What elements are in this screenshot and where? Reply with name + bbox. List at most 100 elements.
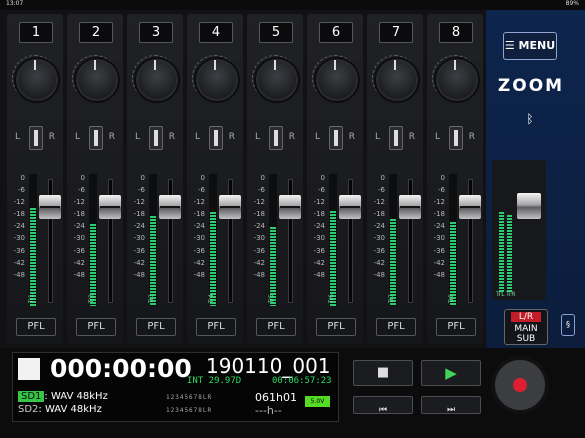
pan-slider[interactable] — [329, 126, 343, 150]
fader-knob[interactable] — [99, 195, 121, 219]
channel-number[interactable]: 3 — [139, 22, 173, 43]
channel-strip-7: 7 L R 0 -6 -12 -18 -24 -30 -36 -42 -48 Tr7 PFL — [367, 14, 423, 344]
scale-tick: -48 — [253, 270, 265, 279]
track-label: Tr7 — [388, 293, 395, 303]
master-left-meter — [499, 211, 504, 293]
scale-tick: -36 — [13, 246, 25, 255]
scale-tick: -30 — [313, 234, 325, 243]
scale-tick: -42 — [193, 258, 205, 267]
pfl-button[interactable]: PFL — [16, 318, 56, 336]
menu-button[interactable]: ☰ MENU — [503, 32, 557, 60]
clock: 13:07 — [6, 0, 24, 7]
sd1-tag: SD1 — [18, 391, 45, 402]
play-icon: ▶ — [445, 364, 457, 382]
scale-tick: -6 — [378, 186, 385, 195]
scale-tick: -48 — [313, 270, 325, 279]
level-meter: Tr3 — [148, 174, 157, 306]
gain-knob[interactable] — [194, 57, 240, 103]
status-bar: 13:07 89% — [0, 0, 585, 8]
meter-scale: 0 -6 -12 -18 -24 -30 -36 -42 -48 — [67, 172, 85, 281]
scale-tick: -30 — [373, 234, 385, 243]
pan-slider[interactable] — [209, 126, 223, 150]
gain-knob[interactable] — [134, 57, 180, 103]
scale-tick: -18 — [433, 210, 445, 219]
channel-strip-5: 5 L R 0 -6 -12 -18 -24 -30 -36 -42 -48 Tr5 PFL — [247, 14, 303, 344]
channel-number[interactable]: 7 — [379, 22, 413, 43]
fader-knob[interactable] — [459, 195, 481, 219]
meter-scale: 0 -6 -12 -18 -24 -30 -36 -42 -48 — [247, 172, 265, 281]
channel-number[interactable]: 2 — [79, 22, 113, 43]
scale-tick: -36 — [73, 246, 85, 255]
frame-rate: INT 29.97D — [187, 376, 242, 386]
fader-knob[interactable] — [159, 195, 181, 219]
pfl-button[interactable]: PFL — [316, 318, 356, 336]
scale-tick: -6 — [438, 186, 445, 195]
bluetooth-icon: ᛒ — [526, 112, 534, 126]
pfl-button[interactable]: PFL — [136, 318, 176, 336]
gain-knob[interactable] — [434, 57, 480, 103]
scale-tick: -18 — [313, 210, 325, 219]
pan-slider[interactable] — [389, 126, 403, 150]
track-label: Tr2 — [88, 293, 95, 303]
scale-tick: -48 — [193, 270, 205, 279]
scale-tick: -48 — [433, 270, 445, 279]
pan-slider[interactable] — [149, 126, 163, 150]
main-sub-toggle-button[interactable]: L/R MAIN SUB — [504, 309, 548, 345]
pfl-button[interactable]: PFL — [76, 318, 116, 336]
scale-tick: -24 — [193, 222, 205, 231]
gain-knob[interactable] — [314, 57, 360, 103]
scale-tick: -24 — [313, 222, 325, 231]
gain-knob[interactable] — [374, 57, 420, 103]
meter-scale: 0 -6 -12 -18 -24 -30 -36 -42 -48 — [307, 172, 325, 281]
scale-tick: -6 — [198, 186, 205, 195]
fast-forward-button[interactable]: ⏭ — [421, 396, 481, 415]
scale-tick: -18 — [73, 210, 85, 219]
pfl-button[interactable]: PFL — [196, 318, 236, 336]
gain-knob[interactable] — [74, 57, 120, 103]
scale-tick: -30 — [433, 234, 445, 243]
sd1-row: SD1: WAV 48kHz — [18, 391, 108, 402]
channel-number[interactable]: 6 — [319, 22, 353, 43]
fader-knob[interactable] — [39, 195, 61, 219]
fader-knob[interactable] — [399, 195, 421, 219]
pan-slider[interactable] — [89, 126, 103, 150]
record-button[interactable] — [491, 356, 549, 414]
master-fader-knob[interactable] — [517, 193, 541, 219]
sd1-format: : WAV 48kHz — [44, 391, 108, 402]
scale-tick: -36 — [253, 246, 265, 255]
gain-knob[interactable] — [14, 57, 60, 103]
pan-slider[interactable] — [29, 126, 43, 150]
master-left-label: TrL — [496, 291, 505, 298]
channel-number[interactable]: 4 — [199, 22, 233, 43]
fader-knob[interactable] — [339, 195, 361, 219]
play-button[interactable]: ▶ — [421, 360, 481, 386]
stop-button[interactable]: ■ — [353, 360, 413, 386]
fader-knob[interactable] — [279, 195, 301, 219]
pfl-button[interactable]: PFL — [256, 318, 296, 336]
channel-strip-1: 1 L R 0 -6 -12 -18 -24 -30 -36 -42 -48 Tr1 PFL — [7, 14, 63, 344]
pan-slider[interactable] — [269, 126, 283, 150]
pan-right-label: R — [108, 132, 115, 142]
gain-knob[interactable] — [254, 57, 300, 103]
track-label: Tr5 — [268, 293, 275, 303]
pan-slider[interactable] — [449, 126, 463, 150]
rewind-button[interactable]: ⏮ — [353, 396, 413, 415]
scale-tick: -6 — [78, 186, 85, 195]
pfl-button[interactable]: PFL — [376, 318, 416, 336]
drawer-handle[interactable]: § — [561, 314, 575, 336]
scale-tick: -42 — [373, 258, 385, 267]
battery-indicator: 89% — [565, 0, 579, 7]
pan-right-label: R — [288, 132, 295, 142]
level-meter: Tr2 — [88, 174, 97, 306]
scale-tick: 0 — [140, 174, 145, 182]
fader-knob[interactable] — [219, 195, 241, 219]
pfl-button[interactable]: PFL — [436, 318, 476, 336]
channel-number[interactable]: 8 — [439, 22, 473, 43]
level-meter: Tr7 — [388, 174, 397, 306]
channel-number[interactable]: 5 — [259, 22, 293, 43]
scale-tick: -48 — [133, 270, 145, 279]
knob-indicator — [334, 60, 336, 70]
channel-number[interactable]: 1 — [19, 22, 53, 43]
scale-tick: -24 — [73, 222, 85, 231]
track-label: Tr4 — [208, 293, 215, 303]
